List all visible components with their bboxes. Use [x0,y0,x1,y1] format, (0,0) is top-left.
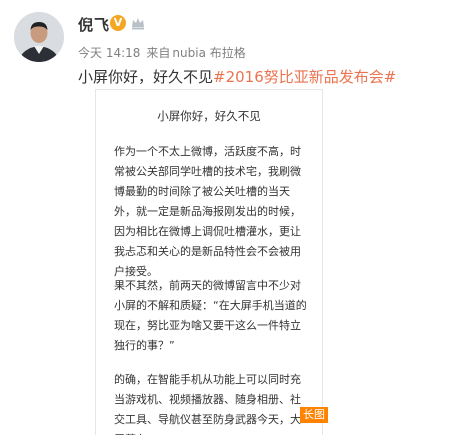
avatar[interactable] [14,12,64,62]
post-text-main: 小屏你好，好久不见 [78,68,214,86]
long-image-badge: 长图 [300,407,328,423]
post-source[interactable]: nubia 布拉格 [172,46,245,60]
post-time[interactable]: 今天 14:18 [78,46,140,60]
image-paragraph-2: 果不其然，前两天的微博留言中不少对小屏的不解和质疑：“在大屏手机当道的现在，努比… [114,279,307,352]
avatar-image [14,12,64,62]
verified-badge-icon: V [110,15,126,31]
hashtag-link[interactable]: #2016努比亚新品发布会# [213,68,396,86]
username[interactable]: 倪飞 [78,14,110,35]
post-meta: 今天 14:18 来自 nubia 布拉格 [78,44,252,61]
crown-icon [132,18,144,30]
post-text: 小屏你好，好久不见#2016努比亚新品发布会# [78,66,396,87]
long-image-card[interactable]: 小屏你好，好久不见 作为一个不太上微博，活跃度不高，时常被公关部同学吐槽的技术宅… [96,90,322,435]
image-paragraph-3: 的确，在智能手机从功能上可以同时充当游戏机、视频播放器、随身相册、社交工具、导航… [114,373,301,435]
source-prefix: 来自 [146,46,171,60]
image-title: 小屏你好，好久不见 [157,109,261,123]
image-paragraph-1: 作为一个不太上微博，活跃度不高，时常被公关部同学吐槽的技术宅，我刷微博最勤的时间… [114,145,301,278]
